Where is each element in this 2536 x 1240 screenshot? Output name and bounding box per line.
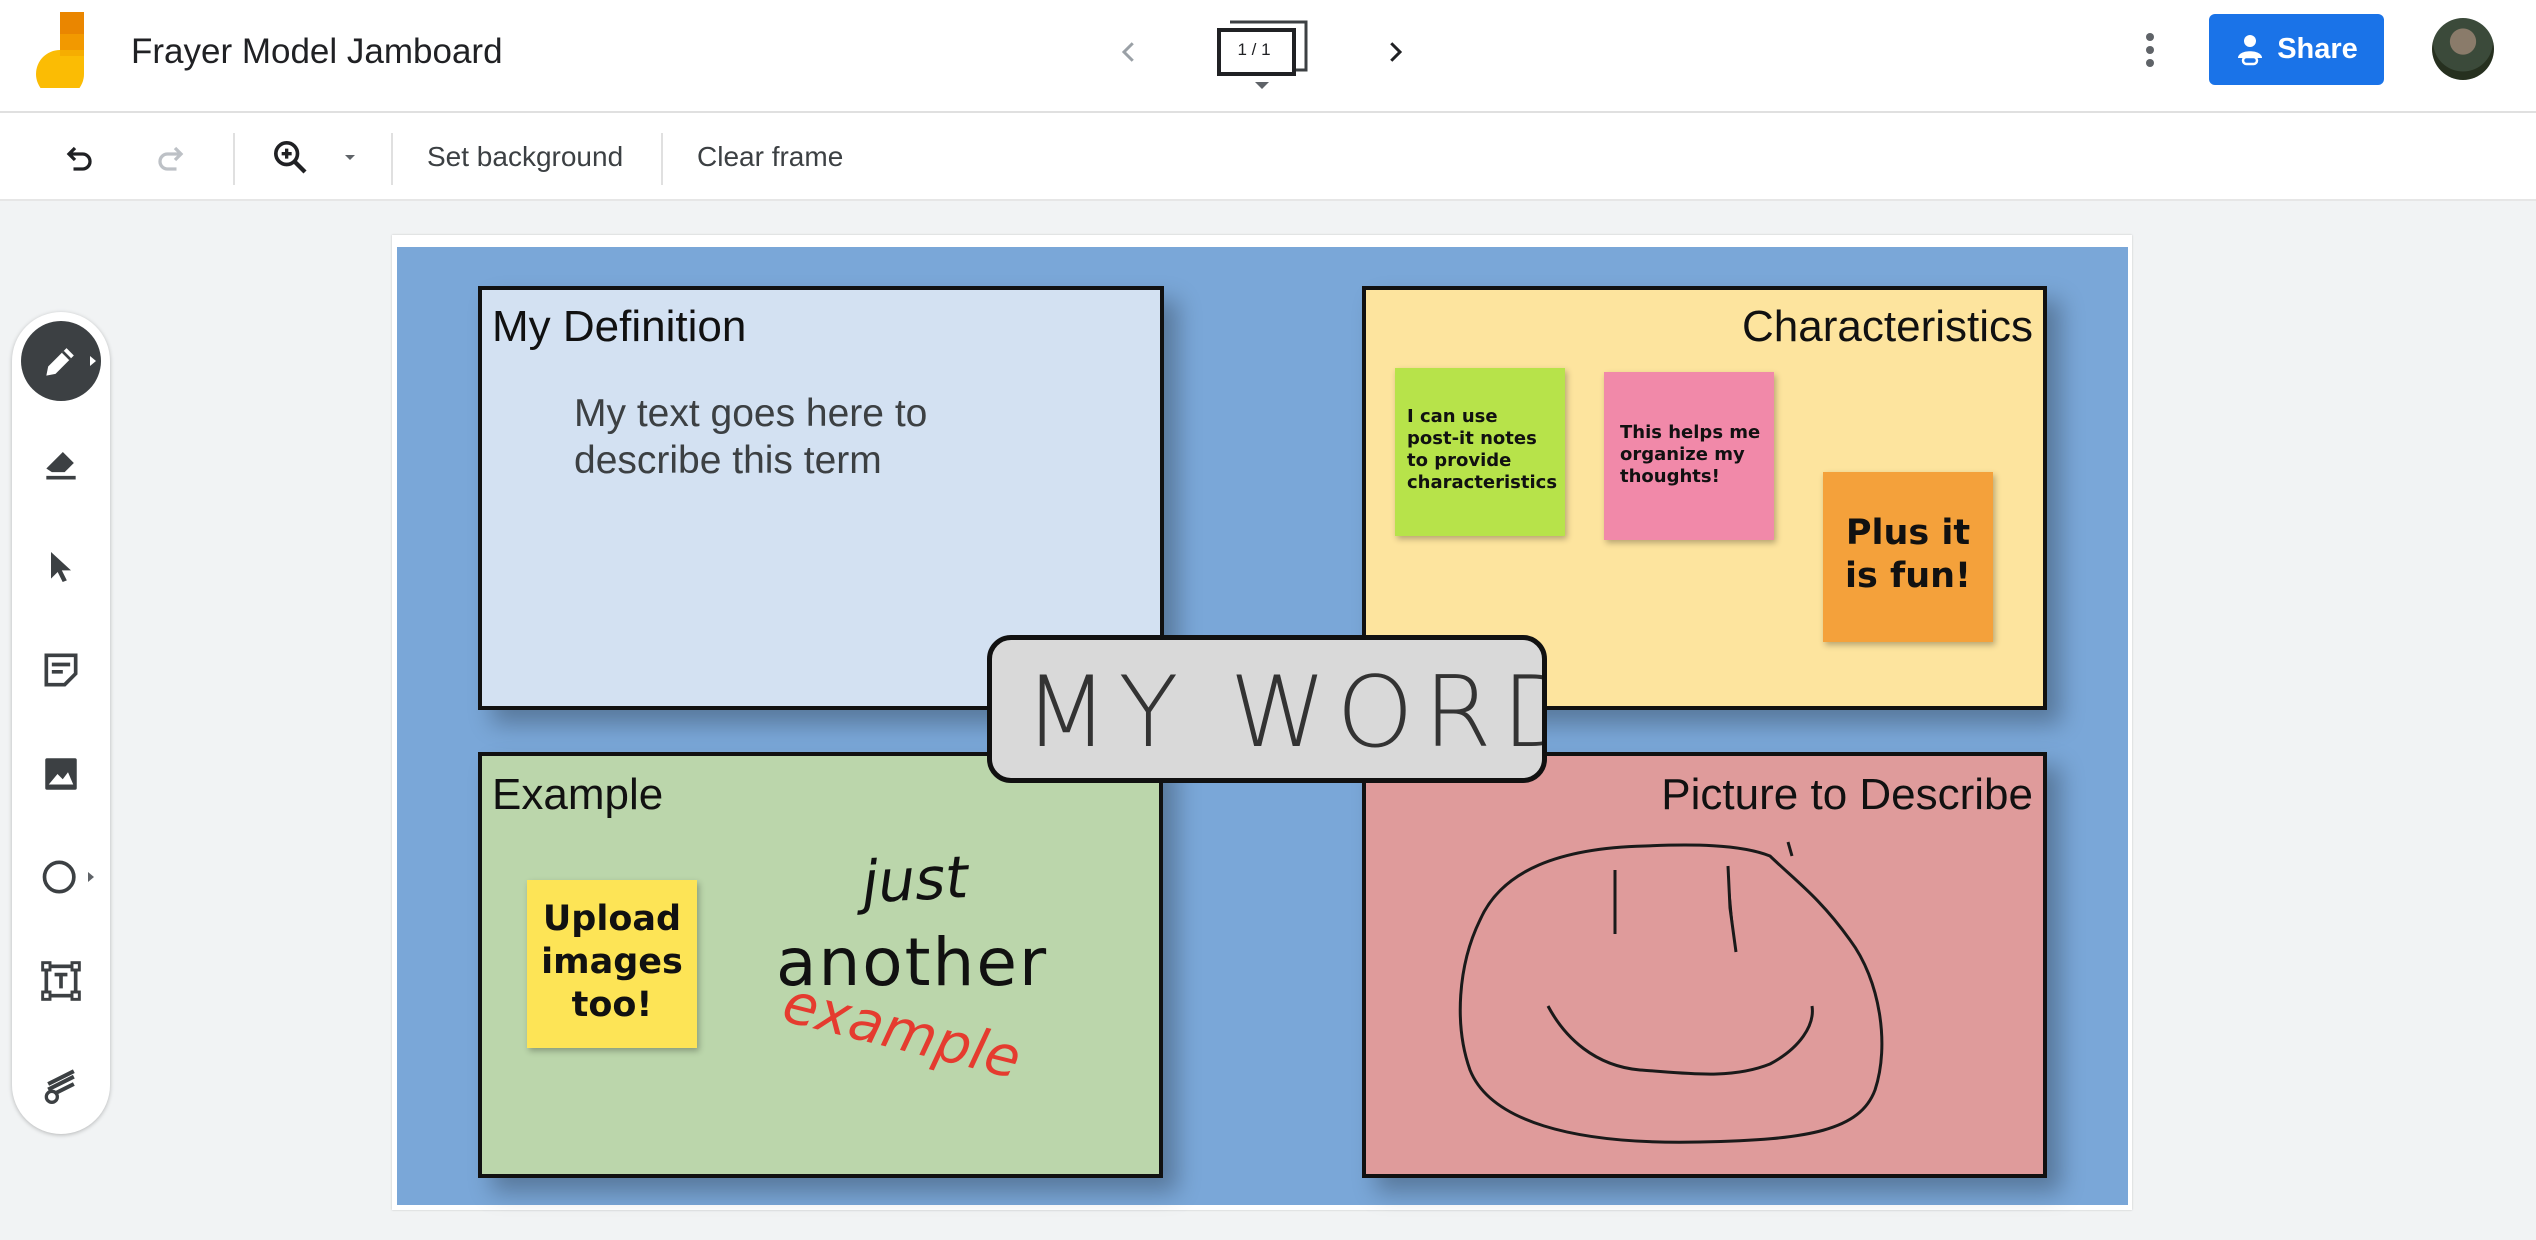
frame-indicator: 1 / 1: [1237, 40, 1271, 59]
laser-tool-button[interactable]: [21, 1044, 101, 1124]
next-frame-button[interactable]: [1367, 24, 1423, 80]
image-icon: [45, 758, 77, 790]
sticky-note-text: to provide: [1407, 450, 1512, 471]
shape-tool-button[interactable]: [21, 837, 101, 917]
tool-rail: [12, 312, 110, 1134]
eraser-tool-button[interactable]: [21, 423, 101, 503]
redo-icon: [158, 146, 184, 171]
app-bar: Frayer Model Jamboard 1 / 1 Share: [0, 0, 2536, 113]
set-background-button[interactable]: Set background: [427, 137, 623, 177]
eraser-icon: [46, 452, 76, 480]
previous-frame-button[interactable]: [1101, 24, 1157, 80]
sticky-note-text: I can use: [1407, 406, 1498, 427]
redo-button[interactable]: [146, 131, 198, 183]
sticky-note-text: thoughts!: [1620, 466, 1720, 487]
pen-tool-button[interactable]: [21, 321, 101, 401]
select-arrow-icon: [51, 552, 71, 582]
zoom-button[interactable]: [264, 131, 316, 183]
center-word-box[interactable]: MY WORD: [987, 635, 1577, 783]
share-person-icon: [2238, 34, 2263, 65]
sticky-note-icon: [44, 653, 78, 687]
toolbar: Set background Clear frame: [0, 113, 2536, 201]
sticky-note-yellow[interactable]: Upload images too!: [527, 880, 697, 1048]
toolbar-divider: [233, 133, 235, 185]
laser-icon: [44, 1069, 75, 1104]
user-avatar[interactable]: [2432, 18, 2494, 80]
characteristics-title: Characteristics: [1742, 302, 2033, 351]
sticky-note-text: organize my: [1620, 444, 1745, 465]
select-tool-button[interactable]: [21, 527, 101, 607]
expand-arrow-icon: [88, 872, 94, 882]
sticky-note-text: too!: [571, 985, 653, 1025]
definition-text[interactable]: My text goes here to describe this term: [574, 390, 927, 484]
sticky-note-text: Plus it: [1845, 513, 1971, 553]
sticky-note-tool-button[interactable]: [21, 630, 101, 710]
circle-shape-icon: [42, 860, 76, 894]
frame-bar-toggle[interactable]: 1 / 1: [1210, 14, 1310, 96]
sticky-note-text: images: [541, 942, 683, 982]
sticky-note-text: Upload: [542, 899, 682, 939]
hand-word-just: just: [853, 843, 971, 917]
document-title[interactable]: Frayer Model Jamboard: [131, 30, 503, 74]
share-button[interactable]: Share: [2209, 14, 2384, 85]
sticky-note-text: characteristics: [1407, 472, 1558, 493]
picture-title: Picture to Describe: [1661, 770, 2033, 819]
sticky-note-orange[interactable]: Plus it is fun!: [1823, 472, 1993, 642]
example-title: Example: [492, 770, 664, 819]
sticky-note-text: is fun!: [1844, 556, 1972, 596]
image-tool-button[interactable]: [21, 734, 101, 814]
smiley-drawing[interactable]: [1440, 830, 1940, 1160]
more-vertical-icon: [2146, 33, 2154, 67]
text-box-icon: [41, 961, 81, 1001]
caret-down-icon: [345, 155, 355, 160]
toolbar-divider: [391, 133, 393, 185]
definition-text-line: describe this term: [574, 439, 882, 482]
clear-frame-button[interactable]: Clear frame: [697, 137, 843, 177]
sticky-note-text: This helps me: [1620, 422, 1761, 443]
undo-icon: [66, 146, 92, 171]
sticky-note-green[interactable]: I can use post-it notes to provide chara…: [1395, 368, 1565, 536]
chevron-left-icon: [1121, 42, 1134, 62]
text-box-tool-button[interactable]: [21, 941, 101, 1021]
handwritten-example-text[interactable]: just another example: [760, 820, 1080, 1120]
more-options-button[interactable]: [2125, 22, 2175, 78]
chevron-right-icon: [1390, 42, 1403, 62]
zoom-dropdown[interactable]: [330, 131, 370, 183]
definition-title: My Definition: [492, 302, 747, 351]
share-label: Share: [2277, 33, 2358, 65]
sticky-note-text: post-it notes: [1407, 428, 1537, 449]
pen-icon: [46, 348, 74, 376]
jamboard-logo[interactable]: [30, 12, 90, 98]
zoom-in-icon: [274, 141, 307, 174]
undo-button[interactable]: [52, 131, 104, 183]
definition-text-line: My text goes here to: [574, 392, 928, 435]
expand-arrow-icon: [90, 356, 96, 366]
handwritten-my-word: MY WORD: [1024, 656, 1577, 770]
toolbar-divider: [661, 133, 663, 185]
center-word-text: MY WORD: [1024, 656, 1542, 770]
sticky-note-pink[interactable]: This helps me organize my thoughts!: [1604, 372, 1774, 540]
